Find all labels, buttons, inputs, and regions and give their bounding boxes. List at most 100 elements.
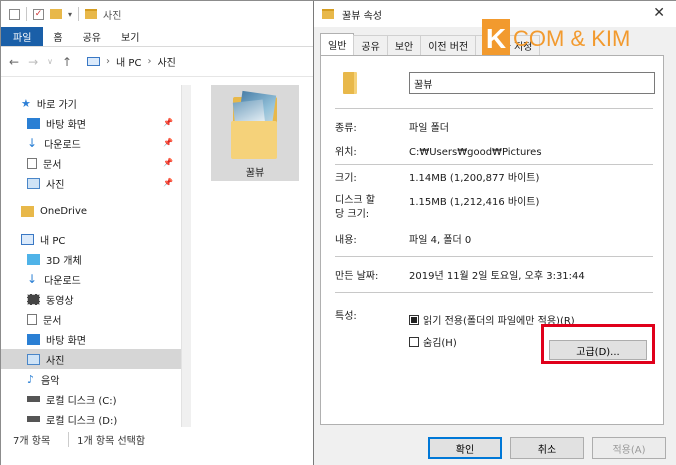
sidebar-item-label: 3D 개체	[46, 255, 82, 267]
sidebar-item-label: 문서	[43, 315, 62, 327]
forward-arrow-icon[interactable]: →	[28, 55, 38, 69]
file-list-area: 꿀뷰	[191, 85, 313, 427]
sidebar-item-label: 로컬 디스크 (C:)	[46, 395, 117, 407]
cube-icon	[27, 253, 40, 265]
chevron-right-icon: ›	[147, 56, 152, 67]
section-divider	[335, 164, 653, 165]
size-value: 1.14MB (1,200,877 바이트)	[409, 173, 540, 184]
highlight-box	[541, 324, 655, 364]
folder-item[interactable]: 꿀뷰	[211, 85, 299, 181]
section-divider	[335, 292, 653, 293]
hidden-checkbox-label: 숨김(H)	[423, 338, 457, 349]
section-divider	[335, 108, 653, 109]
section-divider	[335, 256, 653, 257]
sidebar-item-label: 로컬 디스크 (D:)	[46, 415, 118, 427]
type-value: 파일 폴더	[409, 123, 449, 134]
sidebar-item-videos[interactable]: 동영상	[1, 289, 181, 309]
desktop-icon	[27, 117, 40, 129]
pin-icon[interactable]: 📌	[163, 178, 173, 187]
music-note-icon: ♪	[27, 372, 35, 386]
sidebar-item-local-disk-d[interactable]: 로컬 디스크 (D:)	[1, 409, 181, 429]
disk-size-value: 1.15MB (1,212,416 바이트)	[409, 197, 540, 208]
sidebar-item-pictures-quick[interactable]: 사진 📌	[1, 173, 181, 193]
recent-dropdown-icon[interactable]: ∨	[47, 57, 53, 66]
sidebar-item-label: 음악	[41, 375, 60, 387]
explorer-titlebar: ✓ ▾ 사진	[1, 1, 313, 27]
folder-icon	[85, 9, 98, 19]
checkbox-empty-icon[interactable]	[409, 336, 419, 347]
folder-icon[interactable]	[50, 9, 62, 19]
apply-button[interactable]: 적용(A)	[592, 437, 666, 459]
tab-sharing[interactable]: 공유	[353, 35, 388, 55]
chevron-right-icon: ›	[106, 56, 111, 67]
drive-icon	[27, 396, 40, 402]
back-arrow-icon[interactable]: ←	[9, 55, 19, 69]
sidebar-item-label: 사진	[46, 179, 65, 191]
save-icon[interactable]	[9, 8, 20, 20]
sidebar-item-label: 사진	[46, 355, 65, 367]
tab-general[interactable]: 일반	[320, 33, 355, 55]
location-label: 위치:	[335, 147, 357, 158]
tab-previous-versions[interactable]: 이전 버전	[420, 35, 477, 55]
ribbon-tab-file[interactable]: 파일	[1, 27, 44, 46]
titlebar-divider	[26, 7, 27, 21]
hidden-checkbox[interactable]: 숨김(H)	[409, 334, 457, 349]
folder-icon	[21, 205, 34, 217]
ok-button[interactable]: 확인	[428, 437, 502, 459]
navigation-bar: ← → ∨ ↑ › 내 PC › 사진	[1, 47, 313, 77]
sidebar-item-this-pc[interactable]: 내 PC	[1, 229, 181, 249]
size-label: 크기:	[335, 173, 357, 184]
star-icon: ★	[21, 96, 31, 110]
sidebar-item-3d-objects[interactable]: 3D 개체	[1, 249, 181, 269]
pin-icon[interactable]: 📌	[163, 118, 173, 127]
sidebar-item-quick-access[interactable]: ★ 바로 가기	[1, 93, 181, 113]
address-bar[interactable]: › 내 PC › 사진	[87, 54, 176, 69]
status-bar: 7개 항목 1개 항목 선택함	[1, 429, 313, 449]
sidebar-item-documents-pc[interactable]: 문서	[1, 309, 181, 329]
breadcrumb-this-pc[interactable]: 내 PC	[116, 54, 141, 69]
download-arrow-icon: ↓	[27, 136, 38, 150]
folder-name-input[interactable]: 꿀뷰	[409, 72, 655, 94]
pin-icon[interactable]: 📌	[163, 158, 173, 167]
dialog-title: 꿀뷰 속성	[342, 10, 382, 22]
sidebar-item-local-disk-c[interactable]: 로컬 디스크 (C:)	[1, 389, 181, 409]
sidebar-item-downloads[interactable]: ↓ 다운로드 📌	[1, 133, 181, 153]
item-count: 7개 항목	[13, 435, 51, 447]
sidebar-item-label: 다운로드	[44, 275, 81, 287]
ribbon-tab-view[interactable]: 보기	[111, 27, 149, 46]
navigation-pane-scrollbar[interactable]	[181, 85, 191, 427]
document-icon	[27, 157, 37, 169]
ribbon-tabs: 파일 홈 공유 보기	[1, 27, 313, 47]
pictures-icon	[27, 177, 40, 189]
contents-value: 파일 4, 폴더 0	[409, 235, 472, 246]
ribbon-tab-home[interactable]: 홈	[43, 27, 72, 46]
tab-security[interactable]: 보안	[386, 35, 422, 55]
ribbon-tab-share[interactable]: 공유	[73, 27, 111, 46]
sidebar-item-desktop-pc[interactable]: 바탕 화면	[1, 329, 181, 349]
sidebar-item-label: 바탕 화면	[46, 335, 86, 347]
up-arrow-icon[interactable]: ↑	[62, 55, 72, 69]
qat-dropdown-icon[interactable]: ▾	[68, 10, 72, 19]
sidebar-item-music[interactable]: ♪ 음악	[1, 369, 181, 389]
created-label: 만든 날짜:	[335, 271, 379, 282]
sidebar-item-desktop[interactable]: 바탕 화면 📌	[1, 113, 181, 133]
sidebar-item-documents[interactable]: 문서 📌	[1, 153, 181, 173]
sidebar-item-label: OneDrive	[40, 205, 88, 217]
navigation-pane: ★ 바로 가기 바탕 화면 📌 ↓ 다운로드 📌 문서 📌 사진 📌 OneDr…	[1, 85, 181, 427]
checkbox-icon[interactable]: ✓	[33, 8, 44, 20]
checkbox-indeterminate-icon[interactable]	[409, 314, 419, 325]
breadcrumb-pictures[interactable]: 사진	[157, 54, 175, 69]
pin-icon[interactable]: 📌	[163, 138, 173, 147]
close-icon[interactable]: ✕	[653, 5, 665, 21]
film-icon	[27, 293, 40, 305]
picture-folder-icon	[229, 90, 281, 161]
sidebar-item-label: 문서	[43, 159, 62, 171]
folder-icon	[343, 72, 357, 94]
download-arrow-icon: ↓	[27, 272, 38, 286]
sidebar-item-downloads-pc[interactable]: ↓ 다운로드	[1, 269, 181, 289]
sidebar-item-pictures[interactable]: 사진	[1, 349, 181, 369]
sidebar-item-label: 동영상	[46, 295, 74, 307]
sidebar-item-onedrive[interactable]: OneDrive	[1, 201, 181, 221]
cancel-button[interactable]: 취소	[510, 437, 584, 459]
contents-label: 내용:	[335, 235, 357, 246]
